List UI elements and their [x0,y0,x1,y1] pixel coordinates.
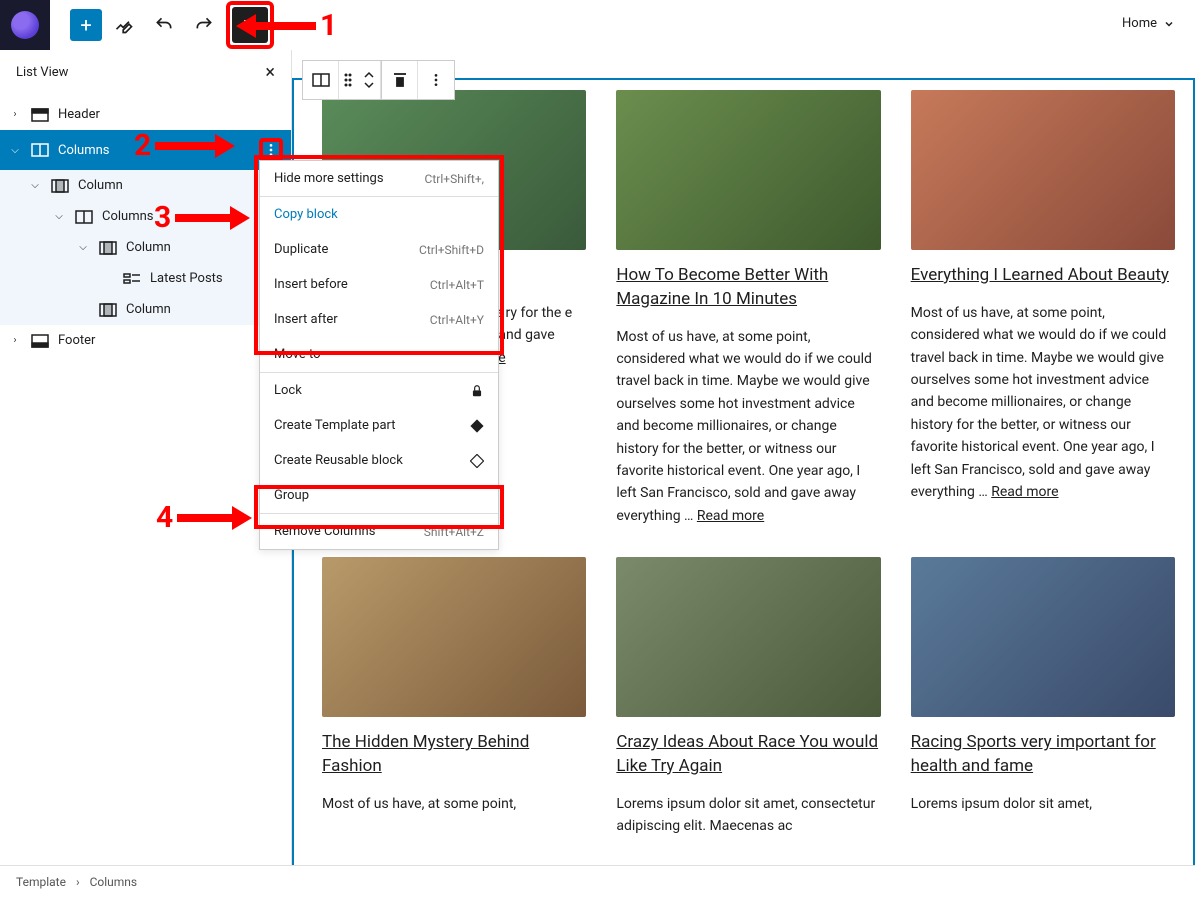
annotation-arrow-4: 4 [152,500,252,535]
columns-block-icon [30,143,50,157]
post-thumbnail[interactable] [322,557,586,717]
post-thumbnail[interactable] [911,90,1175,250]
post-excerpt: Most of us have, at some point, consider… [911,302,1175,504]
move-up-down-button[interactable] [357,61,381,99]
tree-item-footer[interactable]: › Footer [0,325,291,356]
post-card: Crazy Ideas About Race You would Like Tr… [616,557,880,837]
tree-label: Column [126,302,171,317]
sidebar-title: List View [16,65,68,80]
tree-label: Footer [58,333,95,348]
tree-label: Latest Posts [150,271,223,286]
post-excerpt: Most of us have, at some point, consider… [616,326,880,528]
undo-button[interactable] [146,7,182,43]
post-title-link[interactable]: Racing Sports very important for health … [911,731,1175,779]
block-type-button[interactable] [303,61,339,99]
menu-copy-block[interactable]: Copy block [260,197,498,232]
post-title-link[interactable]: How To Become Better With Magazine In 10… [616,264,880,312]
chevron-down-icon: ⌵ [28,180,42,191]
template-part-icon [470,419,484,433]
chevron-down-icon: ⌵ [52,211,66,222]
lock-icon [470,384,484,398]
tree-item-header[interactable]: › Header [0,99,291,130]
menu-lock[interactable]: Lock [260,373,498,408]
menu-group[interactable]: Group [260,478,498,513]
post-excerpt: Lorems ipsum dolor sit amet, [911,793,1175,815]
read-more-link[interactable]: Read more [697,508,764,524]
tree-label: Columns [58,143,110,158]
tree-item-column[interactable]: ⌵ Column [0,170,291,201]
read-more-link[interactable]: Read more [991,484,1058,500]
footer-block-icon [30,334,50,348]
block-options-button[interactable] [418,61,454,99]
breadcrumb-bar: Template › Columns [0,865,1195,897]
align-button[interactable] [382,61,418,99]
list-view-sidebar: List View × › Header ⌵ Columns ⌵ [0,50,292,865]
tree-item-latest-posts[interactable]: › Latest Posts [0,263,291,294]
menu-insert-after[interactable]: Insert afterCtrl+Alt+Y [260,302,498,337]
annotation-arrow-3: 3 [150,200,250,235]
redo-button[interactable] [186,7,222,43]
menu-create-template-part[interactable]: Create Template part [260,408,498,443]
annotation-arrow-2: 2 [130,128,235,163]
tree-label: Header [58,107,100,122]
block-toolbar [302,60,455,100]
add-block-button[interactable]: + [70,9,102,41]
chevron-right-icon: › [8,109,22,120]
post-thumbnail[interactable] [616,557,880,717]
tree-item-column-last[interactable]: › Column [0,294,291,325]
nav-label: Home [1122,16,1157,31]
drag-handle[interactable] [339,61,357,99]
breadcrumb-separator: › [76,875,80,889]
close-sidebar-button[interactable]: × [265,62,275,83]
breadcrumb-template[interactable]: Template [16,875,66,889]
post-thumbnail[interactable] [911,557,1175,717]
chevron-right-icon: › [8,335,22,346]
column-block-icon [50,179,70,193]
reusable-block-icon [470,454,484,468]
post-title-link[interactable]: Everything I Learned About Beauty [911,264,1175,288]
columns-block-icon [74,210,94,224]
tree-item-column-nested[interactable]: ⌵ Column [0,232,291,263]
chevron-down-icon [1163,18,1175,30]
latest-posts-block-icon [122,272,142,286]
edit-mode-button[interactable] [106,7,142,43]
menu-insert-before[interactable]: Insert beforeCtrl+Alt+T [260,267,498,302]
tree-options-button[interactable] [259,138,283,162]
tree-label: Column [126,240,171,255]
column-block-icon [98,241,118,255]
post-title-link[interactable]: The Hidden Mystery Behind Fashion [322,731,586,779]
post-excerpt: Lorems ipsum dolor sit amet, consectetur… [616,793,880,838]
post-card: The Hidden Mystery Behind Fashion Most o… [322,557,586,837]
template-nav-select[interactable]: Home [1122,16,1175,31]
menu-create-reusable-block[interactable]: Create Reusable block [260,443,498,478]
post-thumbnail[interactable] [616,90,880,250]
post-card: Everything I Learned About Beauty Most o… [911,90,1175,527]
post-title-link[interactable]: Crazy Ideas About Race You would Like Tr… [616,731,880,779]
menu-hide-more-settings[interactable]: Hide more settingsCtrl+Shift+, [260,161,498,196]
post-excerpt: Most of us have, at some point, [322,793,586,815]
chevron-down-icon: ⌵ [8,145,22,156]
menu-remove-columns[interactable]: Remove ColumnsShift+Alt+Z [260,514,498,549]
tree-label: Column [78,178,123,193]
header-block-icon [30,108,50,122]
menu-move-to[interactable]: Move to [260,337,498,372]
chevron-down-icon: ⌵ [76,242,90,253]
block-context-menu: Hide more settingsCtrl+Shift+, Copy bloc… [259,160,499,550]
site-logo[interactable] [0,0,50,50]
tree-label: Columns [102,209,154,224]
column-block-icon [98,303,118,317]
annotation-arrow-1: 1 [236,8,341,43]
breadcrumb-columns[interactable]: Columns [90,875,138,889]
post-card: Racing Sports very important for health … [911,557,1175,837]
post-card: How To Become Better With Magazine In 10… [616,90,880,527]
menu-duplicate[interactable]: DuplicateCtrl+Shift+D [260,232,498,267]
